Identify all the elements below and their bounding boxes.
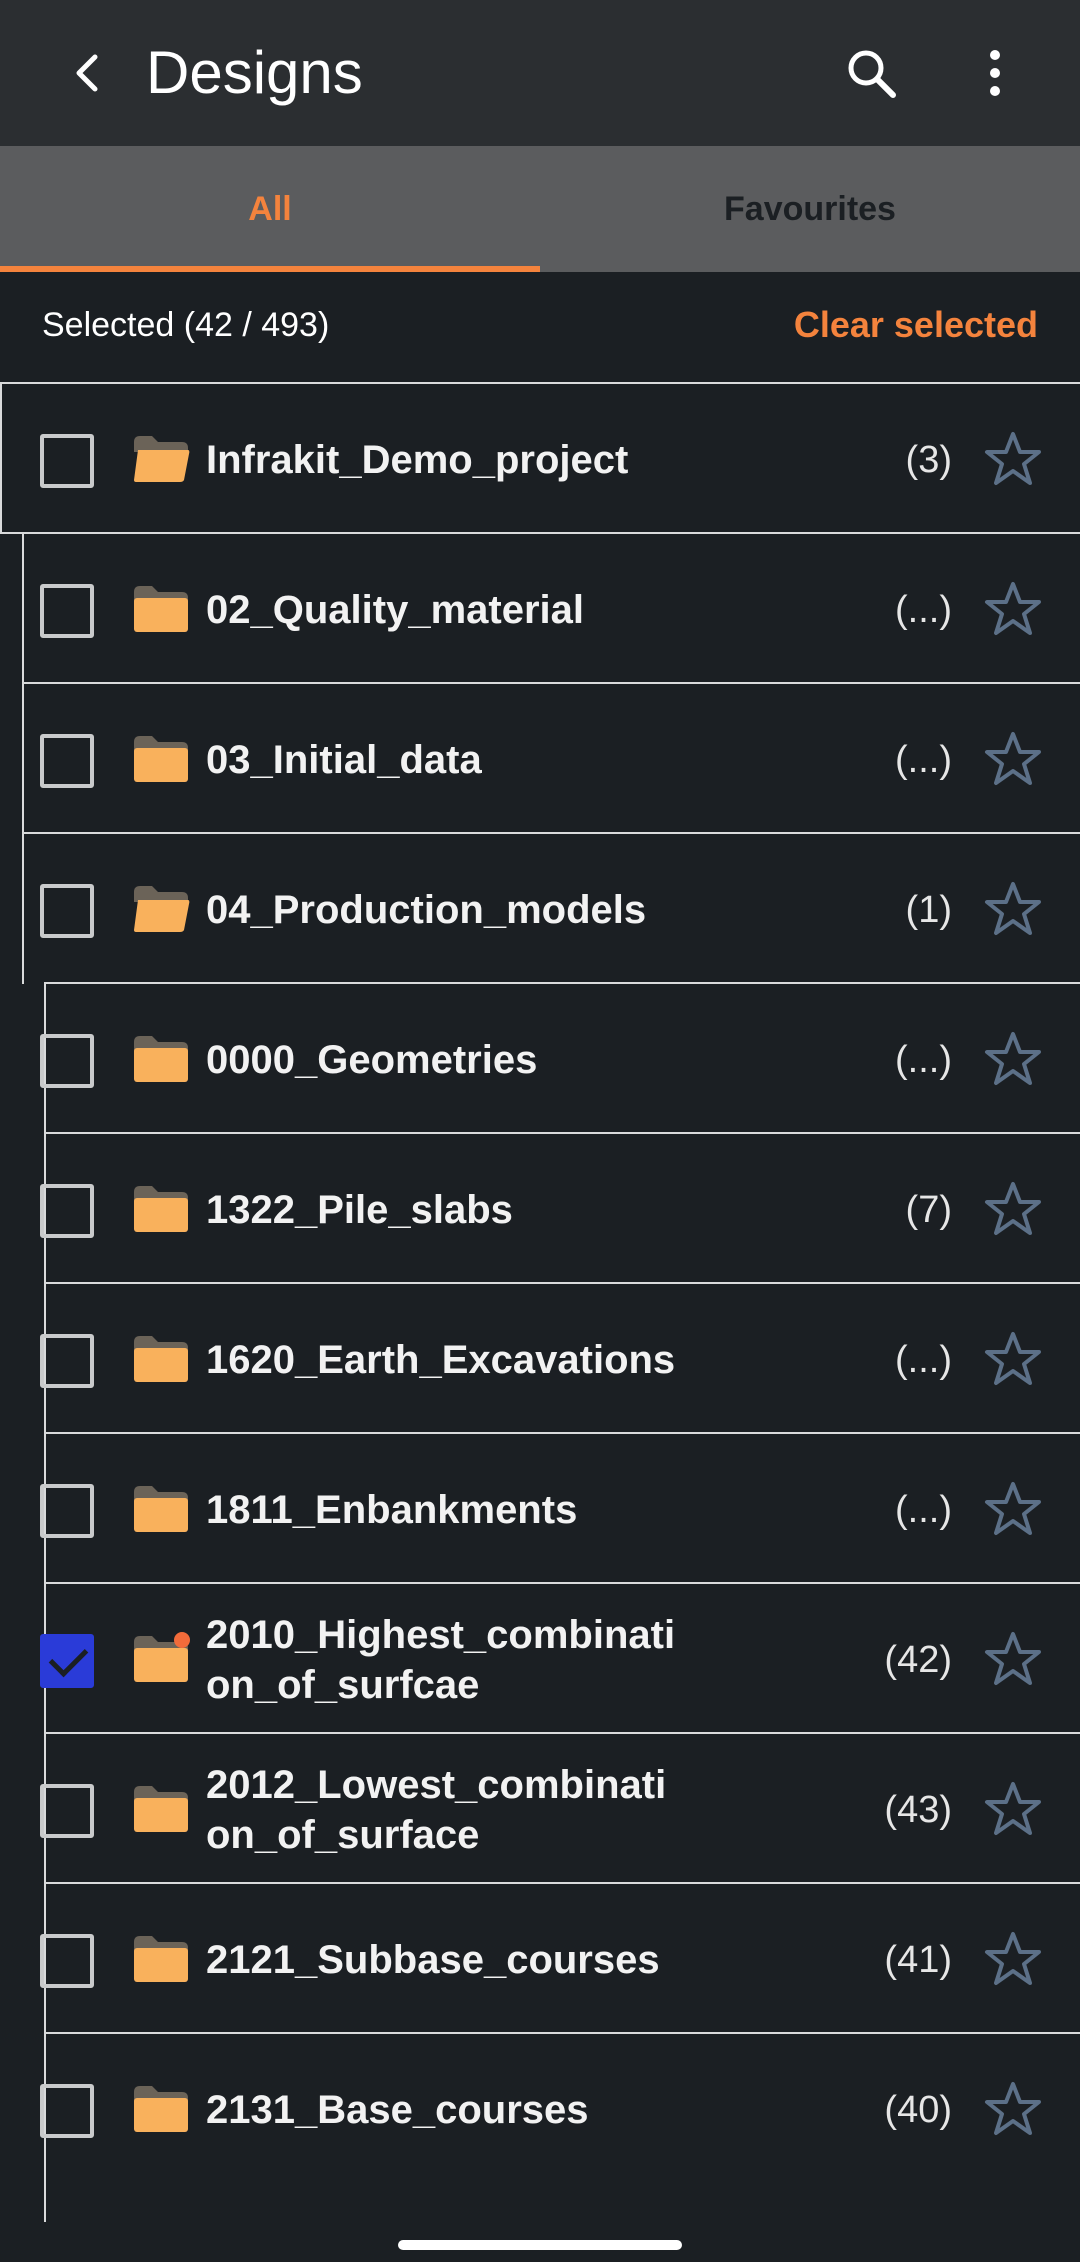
folder-row[interactable]: 2131_Base_courses (40) [40, 2032, 1080, 2184]
folder-name: Infrakit_Demo_project [206, 438, 629, 482]
page-title: Designs [146, 39, 363, 106]
favourite-star-icon[interactable] [984, 1780, 1042, 1838]
folder-icon [132, 1632, 190, 1684]
folder-row[interactable]: 04_Production_models (1) [22, 832, 1080, 984]
item-count: (...) [895, 588, 952, 631]
folder-row[interactable]: 2010_Highest_combination_of_surfcae (42) [40, 1582, 1080, 1734]
item-count: (...) [895, 1338, 952, 1381]
folder-row[interactable]: 2012_Lowest_combination_of_surface (43) [40, 1732, 1080, 1884]
folder-name: 03_Initial_data [206, 738, 482, 782]
row-checkbox[interactable] [40, 1484, 94, 1538]
folder-tree: Infrakit_Demo_project (3) 02_Quality_mater… [0, 382, 1080, 2222]
folder-name: 0000_Geometries [206, 1038, 538, 1082]
folder-row[interactable]: 1620_Earth_Excavations (...) [40, 1282, 1080, 1434]
folder-icon [132, 732, 190, 784]
row-checkbox[interactable] [40, 1784, 94, 1838]
favourite-star-icon[interactable] [984, 1480, 1042, 1538]
folder-name: 1322_Pile_slabs [206, 1188, 513, 1232]
favourite-star-icon[interactable] [984, 730, 1042, 788]
folder-open-icon [132, 432, 190, 484]
folder-name: 04_Production_models [206, 888, 647, 932]
favourite-star-icon[interactable] [984, 1030, 1042, 1088]
folder-icon [132, 1482, 190, 1534]
row-checkbox[interactable] [40, 1934, 94, 1988]
folder-name: 02_Quality_material [206, 588, 584, 632]
favourite-star-icon[interactable] [984, 1180, 1042, 1238]
folder-row[interactable]: 0000_Geometries (...) [40, 982, 1080, 1134]
item-count: (40) [884, 2088, 952, 2131]
favourite-star-icon[interactable] [984, 1330, 1042, 1388]
row-checkbox[interactable] [40, 2084, 94, 2138]
favourite-star-icon[interactable] [984, 430, 1042, 488]
folder-row[interactable]: Infrakit_Demo_project (3) [0, 382, 1080, 534]
app-bar: Designs [0, 0, 1080, 146]
item-count: (...) [895, 1038, 952, 1081]
row-checkbox[interactable] [40, 1184, 94, 1238]
folder-name: 2131_Base_courses [206, 2088, 589, 2132]
row-checkbox[interactable] [40, 1034, 94, 1088]
row-checkbox[interactable] [40, 1634, 94, 1688]
item-count: (42) [884, 1638, 952, 1681]
row-checkbox[interactable] [40, 884, 94, 938]
item-count: (...) [895, 1488, 952, 1531]
folder-name: 2121_Subbase_courses [206, 1938, 660, 1982]
folder-icon [132, 1932, 190, 1984]
search-icon [848, 50, 896, 98]
tab-all[interactable]: All [0, 146, 540, 272]
item-count: (7) [905, 1188, 952, 1231]
row-checkbox[interactable] [40, 584, 94, 638]
selected-count: Selected (42 / 493) [42, 306, 330, 344]
folder-icon [132, 582, 190, 634]
tab-bar: All Favourites [0, 146, 1080, 272]
item-count: (1) [905, 888, 952, 931]
favourite-star-icon[interactable] [984, 580, 1042, 638]
folder-row[interactable]: 03_Initial_data (...) [22, 682, 1080, 834]
favourite-star-icon[interactable] [984, 880, 1042, 938]
chevron-left-icon [76, 54, 98, 92]
folder-name: 1620_Earth_Excavations [206, 1338, 676, 1382]
tab-favourites[interactable]: Favourites [540, 146, 1080, 272]
home-indicator[interactable] [398, 2240, 682, 2250]
folder-row[interactable]: 02_Quality_material (...) [22, 532, 1080, 684]
favourite-star-icon[interactable] [984, 2080, 1042, 2138]
row-checkbox[interactable] [40, 434, 94, 488]
favourite-star-icon[interactable] [984, 1930, 1042, 1988]
favourite-star-icon[interactable] [984, 1630, 1042, 1688]
selection-bar: Selected (42 / 493) Clear selected [0, 272, 1080, 382]
tree-guide-line [44, 2182, 46, 2222]
folder-icon [132, 1332, 190, 1384]
row-checkbox[interactable] [40, 1334, 94, 1388]
folder-icon [132, 2082, 190, 2134]
clear-selected-button[interactable]: Clear selected [794, 304, 1038, 346]
row-checkbox[interactable] [40, 734, 94, 788]
folder-icon [132, 1182, 190, 1234]
folder-row[interactable]: 2121_Subbase_courses (41) [40, 1882, 1080, 2034]
folder-name: 2012_Lowest_combination_of_surface [206, 1763, 667, 1857]
search-button[interactable] [836, 38, 906, 108]
more-options-button[interactable] [960, 38, 1030, 108]
folder-name: 2010_Highest_combination_of_surfcae [206, 1613, 676, 1707]
item-count: (...) [895, 738, 952, 781]
folder-name: 1811_Enbankments [206, 1488, 578, 1532]
item-count: (41) [884, 1938, 952, 1981]
folder-icon [132, 1032, 190, 1084]
folder-open-icon [132, 882, 190, 934]
item-count: (3) [905, 438, 952, 481]
folder-row[interactable]: 1811_Enbankments (...) [40, 1432, 1080, 1584]
more-vertical-icon [990, 50, 1000, 96]
back-button[interactable] [56, 40, 116, 106]
folder-row[interactable]: 1322_Pile_slabs (7) [40, 1132, 1080, 1284]
folder-icon [132, 1782, 190, 1834]
item-count: (43) [884, 1788, 952, 1831]
